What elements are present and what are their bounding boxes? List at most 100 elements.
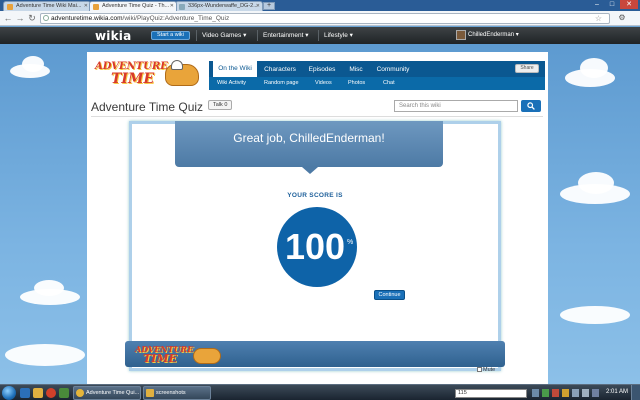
quick-launch-icon[interactable]: [59, 388, 69, 398]
image-favicon-icon: [179, 4, 185, 10]
score-circle: 100 %: [277, 207, 357, 287]
mute-toggle[interactable]: Mute: [477, 367, 495, 374]
tab-characters[interactable]: Characters: [261, 64, 299, 77]
tray-icon[interactable]: [542, 389, 549, 397]
search-input[interactable]: Search this wiki: [394, 100, 518, 112]
folder-icon: [146, 389, 154, 397]
magnifier-icon: [527, 102, 535, 110]
cloud-decoration: [5, 344, 85, 366]
close-tab-icon[interactable]: ✕: [84, 3, 88, 9]
nav-divider: [257, 30, 258, 41]
score-value: 100: [284, 226, 346, 267]
page-divider: [91, 116, 543, 117]
tab-community[interactable]: Community: [373, 64, 413, 77]
page-title: Adventure Time Quiz: [91, 100, 204, 114]
global-nav-entertainment[interactable]: Entertainment ▾: [263, 31, 309, 40]
browser-tab-strip: Adventure Time Wiki Mai... ✕ Adventure T…: [0, 0, 640, 11]
start-a-wiki-button[interactable]: Start a wiki: [151, 31, 190, 40]
tray-icon[interactable]: [552, 389, 559, 397]
global-nav-video-games[interactable]: Video Games ▾: [202, 31, 246, 40]
wiki-page: ADVENTURE TIME On the Wiki Characters Ep…: [87, 52, 548, 384]
start-button[interactable]: [2, 386, 16, 400]
quiz-result-panel: Great job, ChilledEnderman! YOUR SCORE I…: [129, 121, 501, 371]
subnav-chat[interactable]: Chat: [383, 77, 395, 90]
nav-divider: [318, 30, 319, 41]
wiki-subnav: Wiki Activity Random page Videos Photos …: [209, 77, 545, 90]
mute-label: Mute: [483, 367, 496, 373]
forward-arrow-icon[interactable]: →: [15, 13, 25, 23]
address-bar[interactable]: adventuretime.wikia.com/wiki/PlayQuiz:Ad…: [40, 13, 610, 24]
tab-label: Adventure Time Quiz - Th...: [102, 3, 170, 9]
taskbar-item-folder[interactable]: screenshots: [143, 386, 211, 400]
show-desktop-button[interactable]: [631, 385, 640, 400]
subnav-random-page[interactable]: Random page: [264, 77, 299, 90]
browser-tab-wiki-main[interactable]: Adventure Time Wiki Mai... ✕: [3, 1, 91, 11]
maximize-button[interactable]: □: [605, 0, 619, 9]
speech-bubble-tail: [302, 167, 318, 174]
cloud-decoration: [580, 58, 608, 78]
cloud-decoration: [578, 172, 614, 194]
wikia-logo[interactable]: wikia: [95, 29, 131, 43]
tab-episodes[interactable]: Episodes: [305, 64, 339, 77]
new-tab-button[interactable]: +: [263, 2, 275, 10]
folder-icon[interactable]: [33, 388, 43, 398]
media-player-icon[interactable]: [46, 388, 56, 398]
taskbar-item-label: screenshots: [156, 390, 186, 396]
talk-label: Talk: [213, 102, 223, 108]
tab-on-the-wiki[interactable]: On the Wiki: [213, 61, 257, 77]
ie-icon[interactable]: [20, 388, 30, 398]
taskbar-item-label: Adventure Time Qui...: [86, 390, 140, 396]
cloud-decoration: [560, 306, 630, 324]
reload-icon[interactable]: ↻: [27, 13, 37, 23]
user-avatar[interactable]: [456, 30, 466, 40]
tray-icon[interactable]: [562, 389, 569, 397]
minimize-button[interactable]: –: [590, 0, 604, 9]
score-unit: %: [347, 239, 354, 246]
close-window-button[interactable]: ✕: [620, 0, 638, 9]
taskbar-clock[interactable]: 2:01 AM: [606, 388, 628, 397]
wordmark-line2: TIME: [111, 71, 155, 87]
volume-icon[interactable]: [582, 389, 589, 397]
wrench-menu-icon[interactable]: ⚙: [616, 13, 628, 23]
user-menu[interactable]: ChilledEnderman ▾: [468, 31, 519, 40]
wiki-wordmark[interactable]: ADVENTURE TIME: [95, 60, 205, 90]
global-nav-lifestyle[interactable]: Lifestyle ▾: [324, 31, 353, 40]
subnav-wiki-activity[interactable]: Wiki Activity: [217, 77, 246, 90]
tab-label: Adventure Time Wiki Mai...: [16, 3, 82, 9]
taskbar-address-field[interactable]: 115: [455, 389, 527, 398]
tab-label: 336px-Wunderwaffe_DG-2...: [188, 3, 258, 9]
wiki-nav: On the Wiki Characters Episodes Misc Com…: [209, 61, 545, 77]
browser-tab-image[interactable]: 336px-Wunderwaffe_DG-2... ✕: [175, 1, 263, 11]
finn-character-icon: [171, 60, 183, 70]
footer-logo: ADVENTURE TIME: [135, 343, 225, 365]
back-arrow-icon[interactable]: ←: [3, 13, 13, 23]
close-tab-icon[interactable]: ✕: [256, 3, 260, 9]
quiz-footer-banner: ADVENTURE TIME: [125, 341, 505, 367]
nav-divider: [196, 30, 197, 41]
tray-icon[interactable]: [592, 389, 599, 397]
tray-icon[interactable]: [532, 389, 539, 397]
taskbar-item-browser[interactable]: Adventure Time Qui...: [73, 386, 141, 400]
page-info-icon: [43, 15, 49, 21]
close-tab-icon[interactable]: ✕: [170, 3, 174, 9]
wikia-favicon-icon: [7, 4, 13, 10]
talk-button[interactable]: Talk 0: [208, 100, 233, 110]
url-path: /wiki/PlayQuiz:Adventure_Time_Quiz: [122, 15, 230, 22]
continue-button[interactable]: Continue: [374, 290, 405, 300]
windows-taskbar: Adventure Time Qui... screenshots 115 2:…: [0, 384, 640, 400]
share-button[interactable]: Share: [515, 64, 539, 73]
wikia-favicon-icon: [93, 4, 99, 10]
jake-character-icon: [193, 348, 221, 364]
subnav-photos[interactable]: Photos: [348, 77, 365, 90]
score-label: YOUR SCORE IS: [287, 192, 343, 199]
network-icon[interactable]: [572, 389, 579, 397]
talk-count: 0: [224, 102, 228, 108]
search-button[interactable]: [521, 100, 541, 112]
tab-misc[interactable]: Misc: [345, 64, 367, 77]
mute-checkbox[interactable]: [477, 367, 482, 373]
chrome-icon: [76, 389, 84, 397]
subnav-videos[interactable]: Videos: [315, 77, 332, 90]
cloud-decoration: [22, 56, 44, 72]
bookmark-star-icon[interactable]: ☆: [595, 14, 602, 23]
browser-tab-quiz[interactable]: Adventure Time Quiz - Th... ✕: [89, 1, 177, 11]
